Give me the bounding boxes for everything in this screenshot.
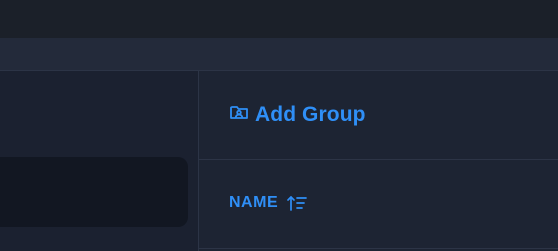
divider	[199, 159, 558, 160]
left-panel	[0, 71, 199, 251]
top-bar	[0, 0, 558, 38]
folder-user-icon	[229, 102, 249, 128]
add-group-button[interactable]: Add Group	[229, 102, 366, 128]
divider	[199, 248, 558, 249]
search-input[interactable]	[0, 157, 188, 227]
column-header-label: NAME	[229, 194, 279, 211]
column-header-name[interactable]: NAME	[229, 194, 308, 212]
add-group-label: Add Group	[255, 103, 366, 126]
sort-ascending-icon[interactable]	[286, 194, 308, 212]
groups-panel: Add Group NAME	[199, 71, 558, 251]
sub-header-bar	[0, 38, 558, 71]
